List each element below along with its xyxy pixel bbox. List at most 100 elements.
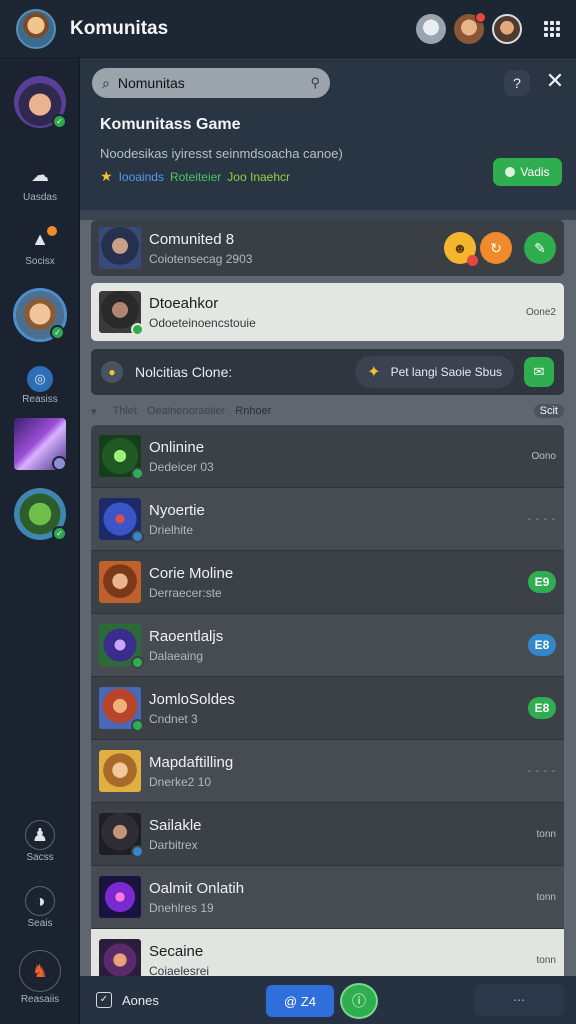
close-button[interactable]: ✕ — [542, 68, 568, 94]
help-button[interactable]: ? — [504, 70, 530, 96]
rail-item-mage[interactable] — [0, 418, 80, 471]
row-status: - - - - — [527, 765, 556, 777]
level-badge: E8 — [528, 634, 556, 656]
hat-icon: ▲ — [25, 224, 57, 254]
chat-button[interactable]: ✎ — [524, 232, 556, 264]
sort-button[interactable]: Scit — [533, 404, 564, 418]
list-item[interactable]: Nyoertie Drielhite - - - - — [91, 488, 564, 551]
helmet-icon: ♞ — [19, 950, 61, 992]
community-description: Noodesikas iyiresst seinmdsoacha canoe) — [100, 146, 343, 161]
community-thumbnail — [99, 687, 144, 732]
rail-item-sacss[interactable]: ♟ Sacss — [0, 820, 80, 863]
vote-icon — [505, 167, 516, 177]
list-item[interactable]: Corie Moline Derraecer:ste E9 — [91, 551, 564, 614]
status-icon — [52, 456, 67, 471]
rail-item-seais[interactable]: ◑ Seais — [0, 886, 80, 929]
tag[interactable]: Joo Inaehcr — [227, 170, 290, 184]
tag[interactable]: Roteiteier — [170, 170, 221, 184]
community-name: Comunited 8 — [149, 230, 235, 248]
bottom-left-action[interactable]: ✓ Aones — [96, 992, 159, 1008]
rail-item-wizard[interactable]: ✓ — [0, 76, 80, 129]
ghost-icon: ☁ — [31, 164, 49, 185]
filter-tab[interactable]: Oeainenoraeiier — [147, 405, 225, 417]
bell-icon: ● — [101, 361, 123, 383]
list-item[interactable]: Onlinine Dedeicer 03 Oono — [91, 425, 564, 488]
rail-item-reasaiis[interactable]: ♞ Reasaiis — [0, 950, 80, 1005]
list-item[interactable]: Sailakle Darbitrex tonn — [91, 803, 564, 866]
rail-item-reasiss[interactable]: ◎ Reasiss — [0, 366, 80, 405]
magnifier-icon[interactable]: ⚲ — [310, 75, 320, 91]
compass-icon: ◎ — [27, 366, 53, 392]
emoji-reaction-button[interactable]: ☻ — [444, 232, 478, 266]
community-thumbnail — [99, 227, 141, 269]
online-check-icon: ✓ — [52, 526, 67, 541]
community-thumbnail — [99, 624, 144, 669]
community-thumbnail — [99, 750, 141, 792]
rail-item-socisx[interactable]: ▲ Socisx — [0, 224, 80, 267]
notification-pill[interactable]: ✦ Pet langi Saoie Sbus — [355, 356, 514, 388]
checkbox-icon: ✓ — [96, 992, 112, 1008]
list-item[interactable]: Secaine Coiaelesrei tonn — [91, 929, 564, 976]
community-tags: ★ Iooainds Roteiteier Joo Inaehcr — [100, 168, 290, 185]
status-text: Oone2 — [525, 306, 556, 318]
search-input[interactable] — [117, 75, 278, 91]
chevron-down-icon[interactable]: ▾ — [91, 405, 97, 418]
online-check-icon: ✓ — [50, 325, 65, 340]
avatar: ✓ — [14, 76, 67, 129]
online-check-icon — [131, 719, 144, 732]
status-icon — [131, 845, 144, 858]
rail-item-orc[interactable]: ✓ — [0, 488, 80, 541]
row-status: tonn — [536, 828, 556, 840]
main-panel: ⌕ ⚲ ? ✕ Komunitass Game Noodesikas iyire… — [80, 58, 576, 976]
online-check-icon: ✓ — [52, 114, 67, 129]
more-button[interactable]: ⋯ — [474, 984, 564, 1016]
round-action-button[interactable]: ⓘ — [340, 983, 378, 1019]
community-list: Onlinine Dedeicer 03 Oono Nyoertie Drielhi… — [91, 425, 564, 976]
search-icon: ⌕ — [102, 74, 110, 91]
notification-row[interactable]: ● Nolcitias Clone: ✦ Pet langi Saoie Sbu… — [91, 349, 564, 395]
app-title: Komunitas — [70, 17, 169, 39]
featured-community-row[interactable]: Comunited 8 Coiotensecag 2903 ☻ ↻ ✎ — [91, 220, 564, 276]
vote-button[interactable]: Vadis — [493, 158, 562, 186]
row-status: tonn — [536, 891, 556, 903]
list-item[interactable]: JomloSoldes Cndnet 3 E8 — [91, 677, 564, 740]
level-badge: E8 — [528, 697, 556, 719]
notification-dot — [475, 11, 486, 23]
list-item[interactable]: Raoentlaljs Dalaeaing E8 — [91, 614, 564, 677]
friend-avatar-1[interactable] — [416, 13, 446, 44]
rail-item-hero[interactable]: ✓ — [0, 288, 80, 342]
rail-item-uasdas[interactable]: ☁ Uasdas — [0, 160, 80, 204]
primary-action-button[interactable]: @ Z4 — [266, 985, 334, 1017]
community-thumbnail — [99, 813, 144, 858]
spark-icon: ✦ — [367, 364, 381, 381]
community-thumbnail — [99, 876, 141, 918]
avatar: ✓ — [14, 488, 67, 541]
community-thumbnail — [99, 939, 141, 976]
divider — [80, 210, 576, 220]
tag[interactable]: Iooainds — [119, 170, 164, 184]
row-status: tonn — [536, 954, 556, 966]
community-header: ⌕ ⚲ ? ✕ Komunitass Game Noodesikas iyire… — [80, 58, 576, 210]
filter-tab[interactable]: Rnhoer — [235, 405, 271, 417]
apps-grid-icon[interactable] — [544, 20, 560, 37]
at-icon: @ — [284, 993, 301, 1009]
list-item[interactable]: Oalmit Onlatih Dnehlres 19 tonn — [91, 866, 564, 929]
community-thumbnail — [99, 435, 144, 480]
message-button[interactable]: ✉ — [524, 357, 554, 387]
selected-community-row[interactable]: Dtoeahkor Odoeteinoencstouie Oone2 — [91, 283, 564, 341]
filter-tab[interactable]: Thlet — [113, 405, 137, 417]
friend-avatar-2[interactable] — [454, 11, 486, 44]
search-bar[interactable]: ⌕ ⚲ — [92, 68, 330, 98]
community-thumbnail — [99, 498, 144, 543]
refresh-button[interactable]: ↻ — [480, 232, 512, 264]
top-right-actions — [416, 11, 560, 44]
profile-avatar[interactable] — [492, 13, 522, 44]
status-icon — [131, 530, 144, 543]
notification-text: Nolcitias Clone: — [135, 364, 233, 380]
community-subtitle: Odoeteinoencstouie — [149, 315, 256, 330]
community-thumbnail — [99, 561, 141, 603]
list-item[interactable]: Mapdaftilling Dnerke2 10 - - - - — [91, 740, 564, 803]
app-logo-avatar[interactable] — [16, 8, 56, 49]
community-subtitle: Coiotensecag 2903 — [149, 251, 253, 266]
avatar: ✓ — [13, 288, 67, 342]
